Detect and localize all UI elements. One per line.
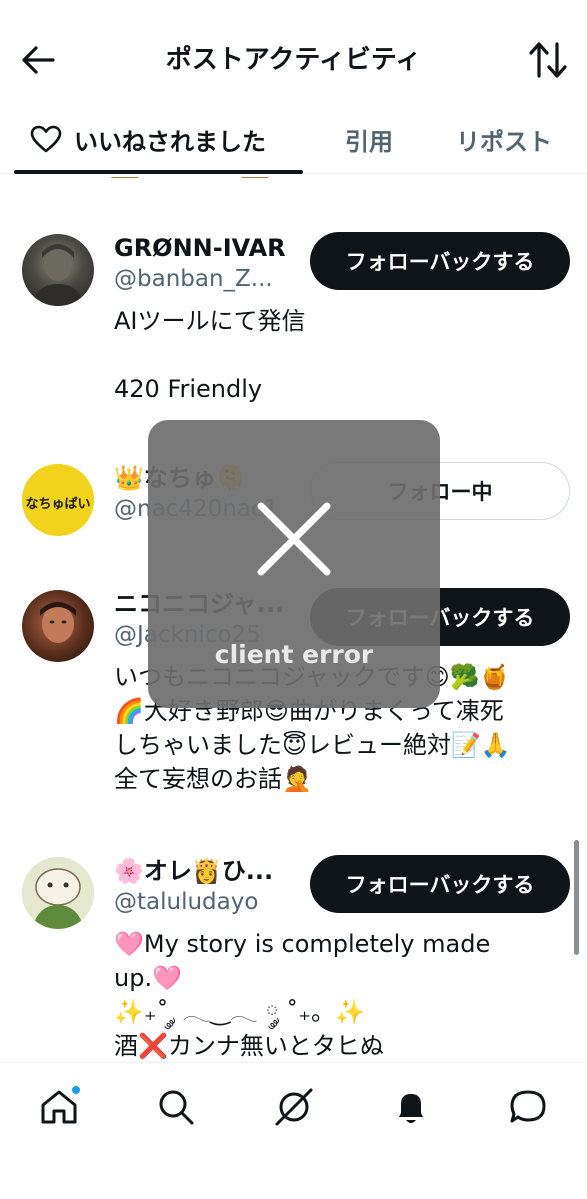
bio-line: ✨₊˚ ༘ 𓂃‿𓂃 ༘ ˚₊。✨ xyxy=(114,998,365,1026)
sort-button[interactable] xyxy=(527,38,569,82)
header: ポストアクティビティ xyxy=(0,0,587,118)
scrollbar[interactable] xyxy=(574,840,579,955)
user-row[interactable]: GRØNN-IVAR @banban_Z... フォローバックする AIツールに… xyxy=(0,232,587,432)
bio-line: 酒❌カンナ無いとタヒぬ xyxy=(114,1032,384,1060)
nav-messages[interactable] xyxy=(506,1085,550,1129)
heart-icon xyxy=(30,125,62,153)
previous-row-peek xyxy=(110,168,410,178)
tab-liked-label: いいねされました xyxy=(74,127,266,156)
bio-line xyxy=(114,338,569,372)
user-handle: @taluludayo xyxy=(114,889,259,915)
bio-line: AIツールにて発信 xyxy=(114,307,306,335)
tab-reposts[interactable]: リポスト xyxy=(456,104,552,174)
grok-icon xyxy=(275,1088,313,1126)
bottom-nav xyxy=(0,1062,587,1199)
error-text: client error xyxy=(214,640,374,669)
follow-back-button[interactable]: フォローバックする xyxy=(310,855,570,913)
notification-dot xyxy=(71,1085,81,1095)
nav-grok[interactable] xyxy=(272,1085,316,1129)
bio-line: 420 Friendly xyxy=(114,375,263,403)
bell-icon xyxy=(399,1094,423,1123)
avatar[interactable] xyxy=(22,857,94,929)
avatar[interactable]: なちゅぱい xyxy=(22,464,94,536)
avatar-text: なちゅぱい xyxy=(25,496,90,512)
tab-bar: いいねされました 引用 リポスト xyxy=(0,104,587,174)
sort-arrows-icon xyxy=(529,42,567,78)
user-bio: 🩷My story is completely made up.🩷 ✨₊˚ ༘ … xyxy=(114,927,569,1063)
close-x-icon xyxy=(257,502,331,576)
page-title: ポストアクティビティ xyxy=(165,45,422,75)
user-bio: AIツールにて発信 420 Friendly xyxy=(114,304,569,406)
nav-notifications[interactable] xyxy=(389,1085,433,1129)
user-handle: @banban_Z... xyxy=(114,266,273,292)
tab-quotes[interactable]: 引用 xyxy=(345,104,393,174)
nav-search[interactable] xyxy=(154,1085,198,1129)
user-name: 🌸オレ👸ひ... xyxy=(114,857,274,885)
avatar[interactable] xyxy=(22,234,94,306)
tab-liked[interactable]: いいねされました xyxy=(30,104,266,174)
user-name: GRØNN-IVAR xyxy=(114,234,286,262)
bio-line: しちゃいました😇レビュー絶対📝🙏 xyxy=(114,731,511,759)
follow-back-button[interactable]: フォローバックする xyxy=(310,232,570,290)
bio-line: up.🩷 xyxy=(114,964,182,992)
search-icon xyxy=(159,1090,194,1125)
bio-line: 全て妄想のお話🤦 xyxy=(114,765,312,793)
bio-line: 🩷My story is completely made xyxy=(114,930,491,958)
chat-bubble-icon xyxy=(510,1090,546,1123)
nav-home[interactable] xyxy=(37,1085,81,1129)
user-row[interactable]: 🌸オレ👸ひ... @taluludayo フォローバックする 🩷My story… xyxy=(0,855,587,1065)
error-toast: client error xyxy=(148,420,440,708)
avatar[interactable] xyxy=(22,590,94,662)
